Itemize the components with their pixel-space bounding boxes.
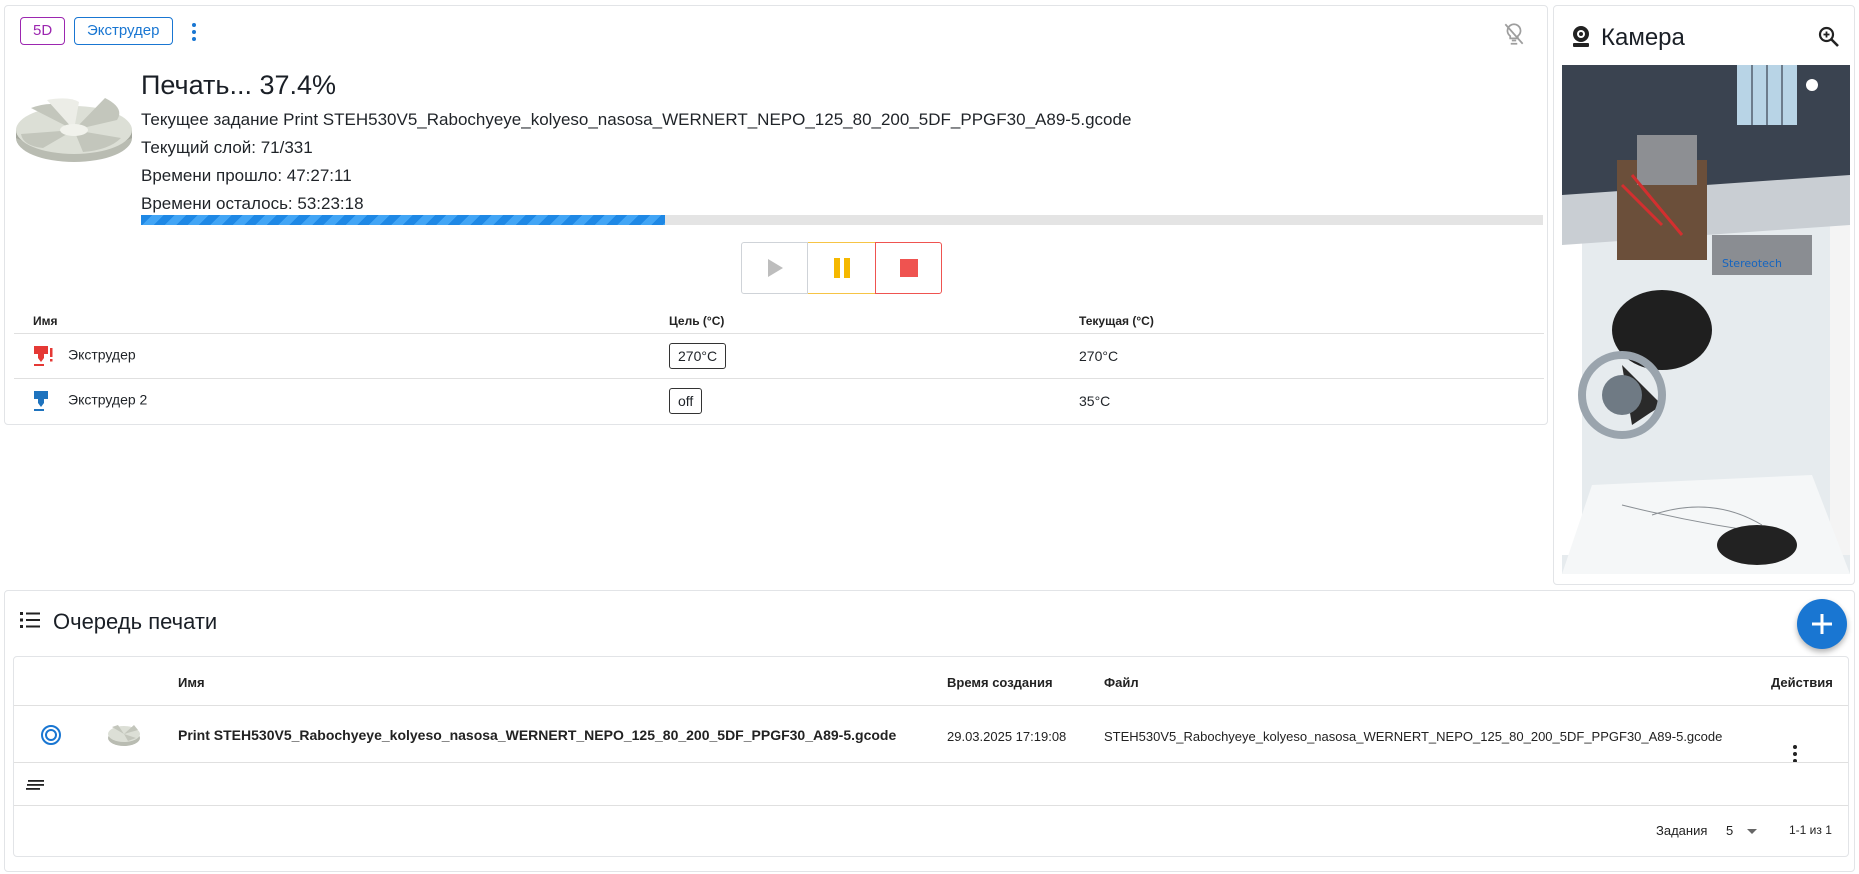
current-job-text: Текущее задание Print STEH530V5_Rabochye… [141,110,1132,129]
extruder-chip[interactable]: Экструдер [74,17,173,45]
target-temp-input[interactable]: 270°C [669,342,727,369]
heater-name: Экструдер [68,346,136,363]
print-status-card: 5D Экструдер Печать... 37.4% Текущее зад… [4,5,1548,425]
heater-name: Экструдер 2 [68,391,148,408]
footer-divider [14,805,1848,806]
add-job-button[interactable] [1797,599,1847,649]
queue-title: Очередь печати [53,609,218,634]
print-controls [741,242,942,294]
row-divider [14,762,1848,763]
plus-icon [1812,614,1832,634]
model-thumbnail [13,86,135,168]
play-icon [767,259,783,277]
rows-per-page-value: 5 [1726,823,1734,838]
print-progress-title: Печать... 37.4% [141,70,337,100]
job-thumbnail [106,721,142,749]
print-queue-card: Очередь печати Имя Время создания Файл Д… [4,590,1855,872]
camera-title: Камера [1601,24,1685,51]
heaters-table: Имя Цель (°C) Текущая (°C) Экструдер 270… [14,303,1544,423]
mode-5d-chip[interactable]: 5D [20,17,66,45]
pause-button[interactable] [808,242,875,294]
rows-per-page-label: Задания [1656,823,1708,838]
elapsed-time-text: Времени прошло: 47:27:11 [141,166,352,185]
remaining-time-text: Времени осталось: 53:23:18 [141,194,364,213]
pause-icon [833,258,850,278]
print-progress-fill [141,215,666,225]
queue-col-actions: Действия [1771,675,1833,690]
queue-col-created: Время создания [947,675,1053,690]
current-temp: 270°C [1079,333,1544,379]
target-temp-input[interactable]: off [669,387,703,414]
queue-list-icon [20,611,40,629]
job-created-time: 29.03.2025 17:19:08 [947,729,1067,744]
col-name-header: Имя [14,303,669,334]
col-current-header: Текущая (°C) [1079,303,1544,334]
heaters-header-row: Имя Цель (°C) Текущая (°C) [14,303,1544,334]
webcam-icon [1570,25,1592,49]
chevron-down-icon [1746,829,1757,835]
stop-button[interactable] [875,242,942,294]
extruder-icon [29,389,55,413]
rows-per-page-select[interactable]: 5 [1726,823,1757,838]
heater-row: Экструдер 2 off 35°C [14,378,1544,423]
camera-brand-label: Stereotech [1722,257,1782,270]
zoom-in-icon[interactable] [1817,25,1841,49]
target-status-icon [40,724,62,746]
extruder-hot-icon [29,344,55,368]
camera-card: Камера Stereotech [1553,5,1855,585]
print-progress-bar [141,215,1543,225]
heater-row: Экструдер 270°C 270°C [14,333,1544,379]
header-divider [14,705,1848,706]
current-layer-text: Текущий слой: 71/331 [141,138,313,157]
stop-icon [899,259,918,277]
status-more-menu-icon[interactable] [189,23,199,43]
camera-stream: Stereotech [1562,65,1850,574]
current-temp: 35°C [1079,392,1111,409]
job-file: STEH530V5_Rabochyeye_kolyeso_nasosa_WERN… [1104,729,1723,744]
sort-lines-icon[interactable] [26,779,46,793]
col-target-header: Цель (°C) [669,303,1079,334]
queue-col-file: Файл [1104,675,1139,690]
light-off-icon[interactable] [1501,21,1527,47]
queue-table: Имя Время создания Файл Действия Print S… [13,656,1849,857]
job-name: Print STEH530V5_Rabochyeye_kolyeso_nasos… [178,727,897,743]
resume-button[interactable] [741,242,808,294]
pagination-range: 1-1 из 1 [1789,823,1832,837]
queue-col-name: Имя [178,675,205,690]
